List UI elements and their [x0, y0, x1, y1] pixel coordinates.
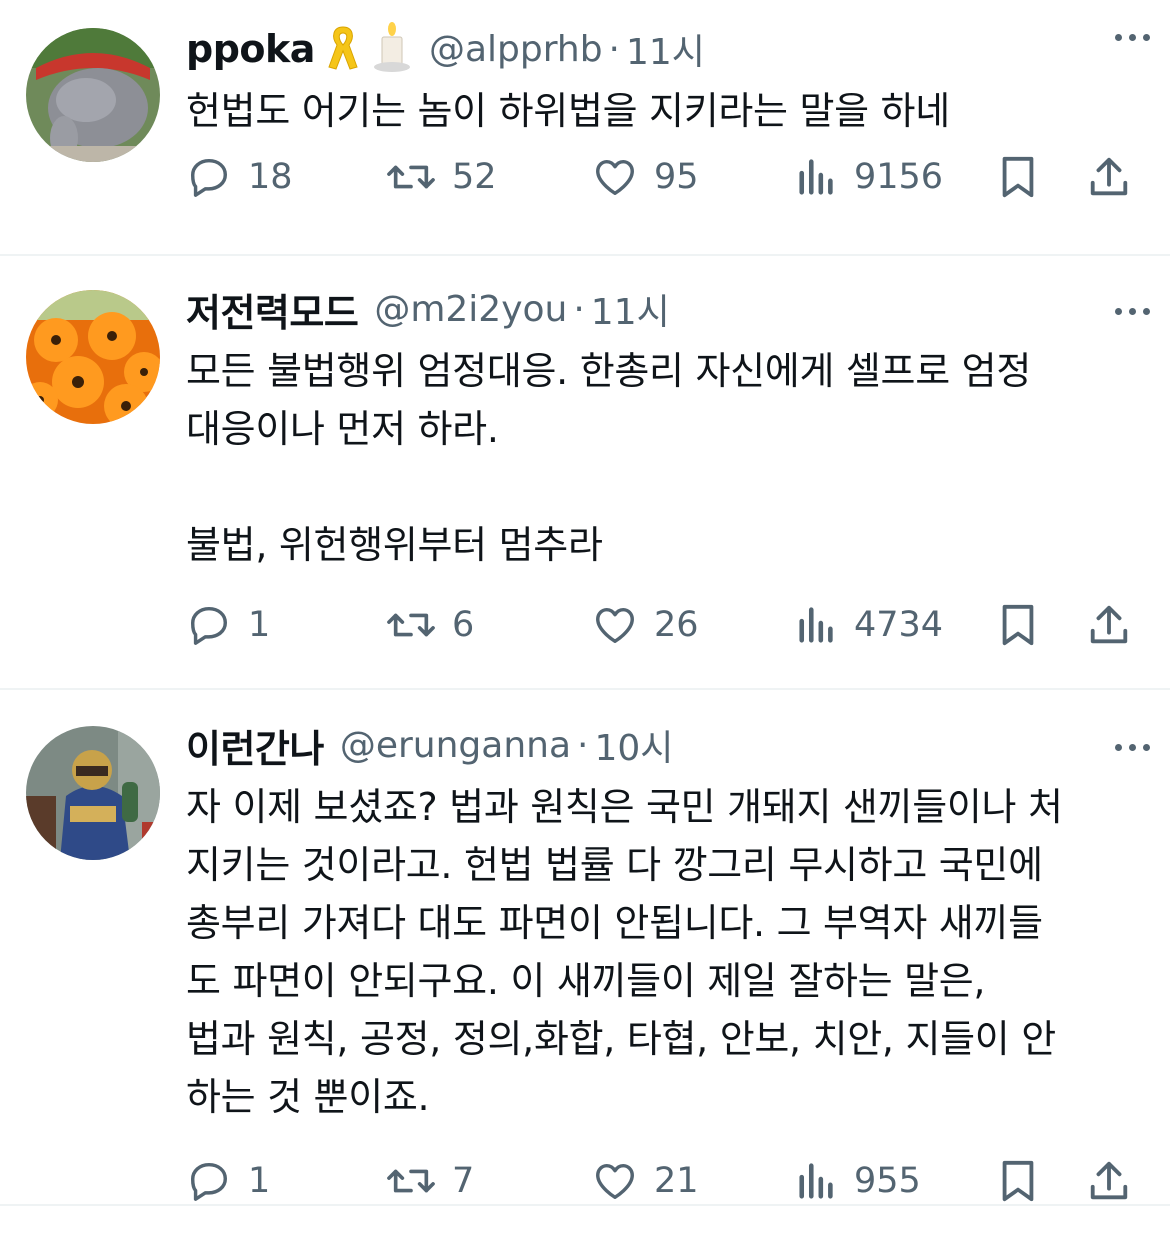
views-count: 4734 — [854, 605, 944, 645]
views-button[interactable]: 955 — [796, 1158, 921, 1204]
share-icon — [1090, 605, 1128, 644]
bookmark-icon — [1002, 156, 1034, 198]
user-handle[interactable]: @erunganna — [340, 725, 571, 766]
post-1[interactable]: ppoka @alpprhb · 11시 헌법도 어기는 놈이 하위법을 지키라… — [0, 0, 1170, 256]
display-name[interactable]: 저전력모드 — [186, 282, 359, 337]
orange-flowers-avatar-image — [26, 290, 160, 424]
user-handle[interactable]: @alpprhb — [429, 29, 603, 70]
reply-button[interactable]: 18 — [186, 154, 293, 200]
views-count: 9156 — [854, 157, 944, 197]
more-options-icon[interactable] — [1115, 744, 1150, 751]
share-icon — [1090, 157, 1128, 196]
reply-icon — [190, 1162, 228, 1201]
post-actions: 1 6 26 4734 — [186, 588, 1128, 678]
gray-cat-avatar-image — [26, 28, 160, 162]
share-button[interactable] — [1086, 154, 1132, 204]
post-time[interactable]: 11시 — [626, 23, 705, 75]
reply-button[interactable]: 1 — [186, 1158, 270, 1204]
repost-count: 6 — [452, 605, 475, 645]
separator-dot: · — [577, 724, 589, 766]
repost-icon — [387, 165, 435, 189]
more-options-icon[interactable] — [1115, 308, 1150, 315]
avatar[interactable] — [26, 726, 160, 860]
post-time[interactable]: 10시 — [594, 719, 673, 771]
views-chart-icon — [799, 159, 833, 195]
bookmark-icon — [1002, 1160, 1034, 1202]
repost-button[interactable]: 7 — [386, 1158, 474, 1204]
post-text: 헌법도 어기는 놈이 하위법을 지키라는 말을 하네 — [186, 89, 950, 133]
post-header: 저전력모드 @m2i2you · 11시 — [186, 256, 1120, 340]
views-chart-icon — [799, 1163, 833, 1199]
share-button[interactable] — [1086, 1158, 1132, 1208]
bookmark-button[interactable] — [998, 1158, 1038, 1208]
user-handle[interactable]: @m2i2you — [374, 289, 567, 330]
post-header: 이런간나 @erunganna · 10시 — [186, 690, 1120, 776]
post-actions: 18 52 95 9156 — [186, 140, 1128, 230]
post-time[interactable]: 11시 — [591, 283, 670, 335]
repost-button[interactable]: 52 — [386, 154, 497, 200]
like-button[interactable]: 26 — [592, 602, 699, 648]
bookmark-button[interactable] — [998, 154, 1038, 204]
share-button[interactable] — [1086, 602, 1132, 652]
like-count: 21 — [654, 1161, 699, 1201]
avatar[interactable] — [26, 290, 160, 424]
views-chart-icon — [799, 607, 833, 643]
repost-count: 7 — [452, 1161, 475, 1201]
views-button[interactable]: 9156 — [796, 154, 943, 200]
post-text: 모든 불법행위 엄정대응. 한총리 자신에게 셀프로 엄정 대응이나 먼저 하라… — [186, 349, 1031, 567]
repost-icon — [387, 613, 435, 637]
heart-icon — [596, 1163, 634, 1200]
post-2[interactable]: 저전력모드 @m2i2you · 11시 모든 불법행위 엄정대응. 한총리 자… — [0, 256, 1170, 690]
reply-button[interactable]: 1 — [186, 602, 270, 648]
repost-icon — [387, 1169, 435, 1193]
display-name[interactable]: ppoka — [186, 27, 315, 71]
heart-icon — [596, 159, 634, 196]
yellow-ribbon-icon — [325, 21, 361, 77]
post-text: 자 이제 보셨죠? 법과 원칙은 국민 개돼지 샌끼들이나 처 지키는 것이라고… — [186, 785, 1063, 1119]
reply-count: 18 — [248, 157, 293, 197]
share-icon — [1090, 1161, 1128, 1200]
post-header: ppoka @alpprhb · 11시 — [186, 0, 1120, 80]
armored-figure-avatar-image — [26, 726, 160, 860]
separator-dot: · — [573, 288, 585, 330]
bookmark-button[interactable] — [998, 602, 1038, 652]
reply-count: 1 — [248, 1161, 271, 1201]
like-button[interactable]: 95 — [592, 154, 699, 200]
reply-icon — [190, 158, 228, 197]
like-count: 26 — [654, 605, 699, 645]
like-count: 95 — [654, 157, 699, 197]
bookmark-icon — [1002, 604, 1034, 646]
post-3[interactable]: 이런간나 @erunganna · 10시 자 이제 보셨죠? 법과 원칙은 국… — [0, 690, 1170, 1206]
repost-count: 52 — [452, 157, 497, 197]
reply-count: 1 — [248, 605, 271, 645]
more-options-icon[interactable] — [1115, 34, 1150, 41]
separator-dot: · — [608, 28, 620, 70]
like-button[interactable]: 21 — [592, 1158, 699, 1204]
views-count: 955 — [854, 1161, 921, 1201]
avatar[interactable] — [26, 28, 160, 162]
views-button[interactable]: 4734 — [796, 602, 943, 648]
reply-icon — [190, 606, 228, 645]
display-name[interactable]: 이런간나 — [186, 718, 324, 773]
candle-icon — [371, 21, 413, 77]
post-actions: 1 7 21 955 — [186, 1144, 1128, 1234]
repost-button[interactable]: 6 — [386, 602, 474, 648]
heart-icon — [596, 607, 634, 644]
